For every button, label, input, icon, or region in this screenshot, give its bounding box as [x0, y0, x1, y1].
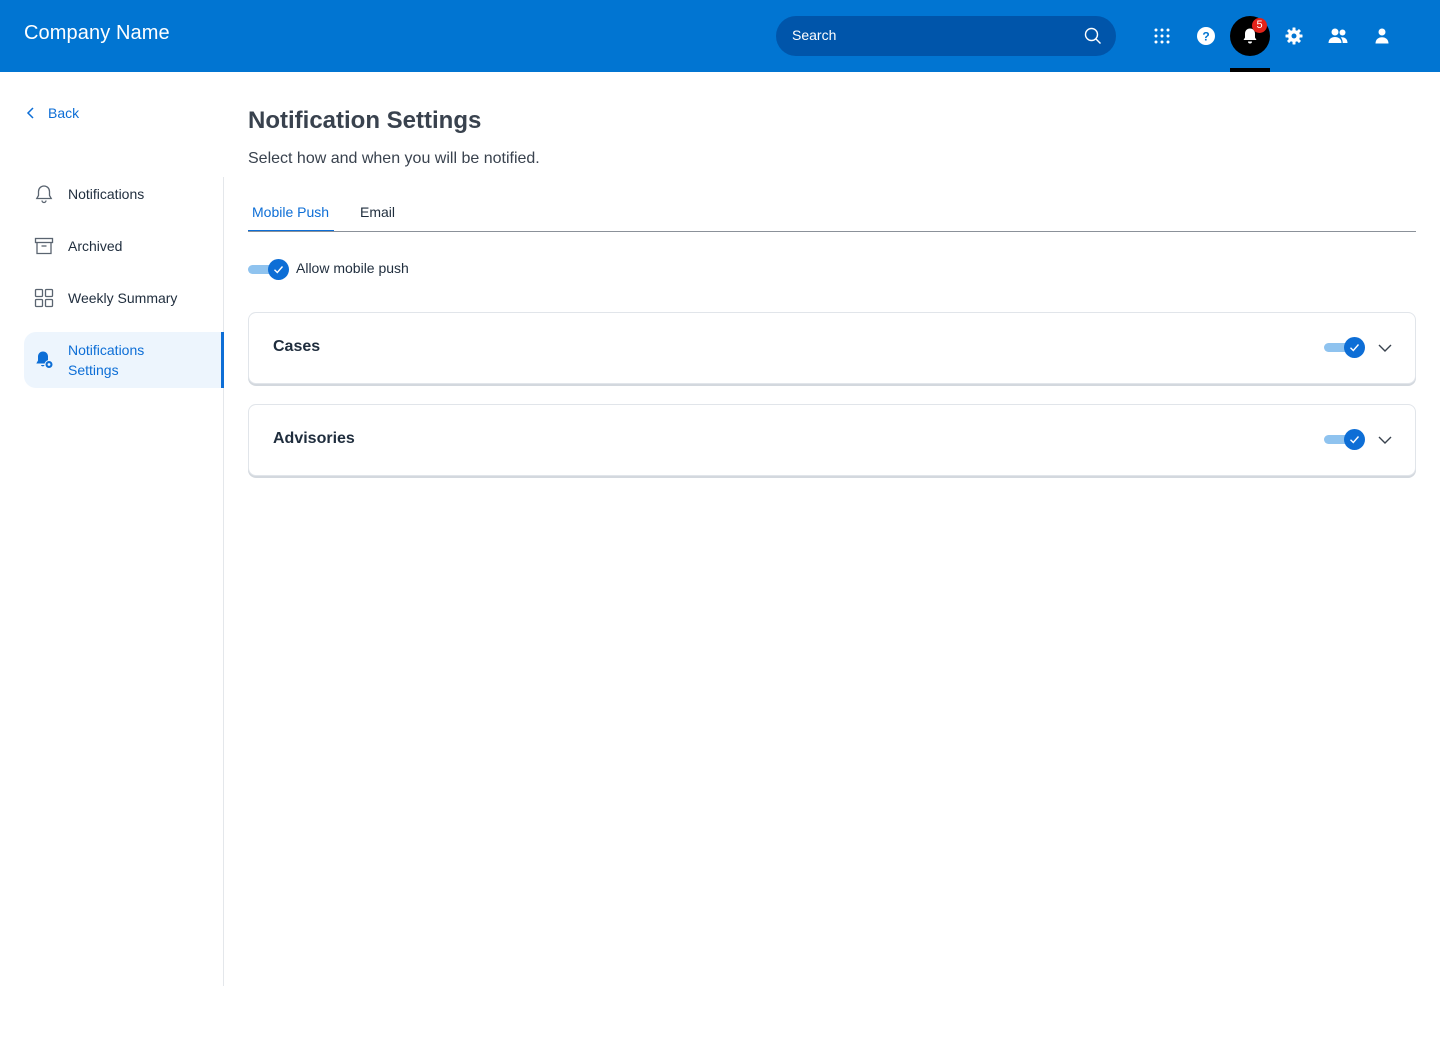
cases-card[interactable]: Cases — [248, 312, 1416, 384]
tab-mobile-push[interactable]: Mobile Push — [248, 204, 335, 232]
search-icon[interactable] — [1084, 27, 1102, 45]
allow-mobile-push-label: Allow mobile push — [296, 260, 409, 276]
advisories-card[interactable]: Advisories — [248, 404, 1416, 476]
search-placeholder: Search — [792, 27, 837, 43]
check-icon — [1350, 436, 1360, 444]
advisories-toggle[interactable] — [1324, 429, 1366, 451]
page-title: Notification Settings — [248, 107, 482, 134]
tab-email[interactable]: Email — [360, 204, 395, 232]
notification-count-badge: 5 — [1252, 18, 1267, 33]
bell-gear-icon — [36, 351, 54, 369]
check-icon — [274, 266, 284, 274]
bell-outline-icon — [35, 185, 53, 204]
sidebar-item-notifications[interactable]: Notifications — [24, 176, 224, 212]
company-name[interactable]: Company Name — [24, 22, 170, 45]
toggle-knob — [1344, 337, 1365, 358]
active-nav-indicator — [1230, 68, 1270, 72]
sidebar-item-archived[interactable]: Archived — [24, 228, 224, 264]
apps-grid-icon[interactable] — [1142, 16, 1182, 56]
chevron-down-icon[interactable] — [1377, 432, 1393, 448]
sidebar-item-label: Archived — [68, 238, 123, 254]
archive-icon — [34, 237, 54, 255]
help-icon[interactable]: ? — [1186, 16, 1226, 56]
gear-icon[interactable] — [1274, 16, 1314, 56]
page-subtitle: Select how and when you will be notified… — [248, 150, 540, 167]
check-icon — [1350, 344, 1360, 352]
chevron-left-icon — [26, 107, 34, 119]
back-link[interactable]: Back — [24, 102, 79, 124]
sidebar-item-label: Weekly Summary — [68, 290, 178, 306]
tabs-divider — [248, 231, 1416, 232]
back-label: Back — [48, 105, 80, 121]
allow-mobile-push-toggle[interactable] — [248, 259, 290, 281]
card-title: Cases — [273, 338, 321, 355]
chevron-down-icon[interactable] — [1377, 340, 1393, 356]
sidebar-item-label: Notifications — [68, 186, 145, 202]
search-input[interactable]: Search — [776, 16, 1116, 56]
toggle-knob — [1344, 429, 1365, 450]
cases-toggle[interactable] — [1324, 337, 1366, 359]
sidebar-item-label: Notifications Settings — [68, 342, 145, 378]
users-icon[interactable] — [1318, 16, 1358, 56]
svg-text:?: ? — [1202, 30, 1209, 44]
card-title: Advisories — [273, 430, 355, 447]
dashboard-grid-icon — [34, 288, 54, 308]
toggle-knob — [268, 259, 289, 280]
sidebar-item-notifications-settings[interactable]: Notifications Settings — [24, 332, 224, 388]
user-icon[interactable] — [1362, 16, 1402, 56]
sidebar-item-weekly-summary[interactable]: Weekly Summary — [24, 280, 224, 316]
top-nav-bar: Company Name Search ? 5 — [0, 0, 1440, 72]
